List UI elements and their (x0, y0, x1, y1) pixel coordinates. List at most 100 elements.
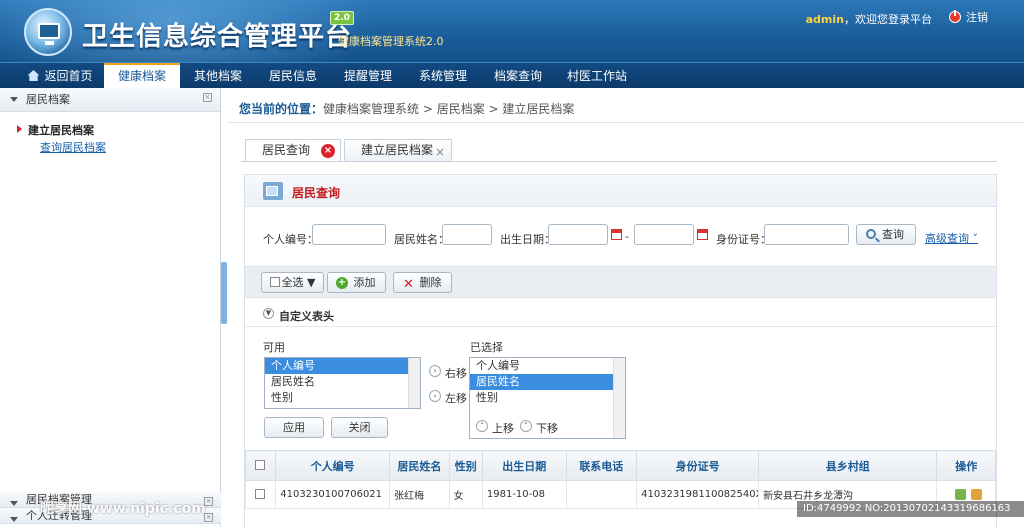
move-right-button[interactable]: › 右移 (429, 365, 467, 381)
row-checkbox[interactable] (244, 480, 277, 509)
cell-id: 4103230100706021 (275, 480, 391, 509)
move-up-button[interactable]: ˄ 上移 (476, 420, 514, 436)
main-content: 您当前的位置：健康档案管理系统 > 居民档案 > 建立居民档案 居民查询 × 建立… (227, 88, 1024, 527)
search-button[interactable]: 查询 (856, 224, 916, 245)
logo-monitor-icon (24, 8, 72, 56)
pin-icon[interactable]: × (203, 93, 212, 102)
dropdown-arrow-icon: ▼ (303, 276, 316, 289)
list-item[interactable]: 居民姓名 (470, 374, 625, 390)
main-nav: 返回首页 健康档案 其他档案 居民信息 提醒管理 系统管理 档案查询 村医工作站 (0, 62, 1024, 89)
nav-record-query[interactable]: 档案查询 (481, 63, 555, 89)
chevron-right-icon: › (429, 365, 441, 377)
column-header[interactable]: 个人编号 (275, 450, 391, 481)
tab-create-record[interactable]: 建立居民档案 × (344, 139, 452, 161)
column-header[interactable]: 性别 (448, 450, 483, 481)
collapse-icon (10, 501, 18, 506)
toolbar: 全选 ▼ + 添加 ✕ 删除 (245, 266, 996, 298)
collapse-icon (10, 97, 18, 102)
table-header-row: 个人编号 居民姓名 性别 出生日期 联系电话 身份证号 县乡村组 操作 (244, 450, 996, 481)
sidebar-section-header[interactable]: 居民档案 × (0, 88, 220, 112)
add-button[interactable]: + 添加 (327, 272, 386, 293)
divider (241, 161, 997, 162)
breadcrumb: 您当前的位置：健康档案管理系统 > 居民档案 > 建立居民档案 (239, 102, 575, 116)
list-item[interactable]: 个人编号 (265, 358, 420, 374)
sidebar: 居民档案 × 建立居民档案 查询居民档案 居民档案管理 × 个人迁转管理 × (0, 88, 221, 527)
delete-icon: ✕ (403, 277, 414, 292)
nav-system[interactable]: 系统管理 (406, 63, 480, 89)
cell-idcard: 410323198110082540X (636, 480, 760, 509)
select-all-dropdown[interactable]: 全选 ▼ (261, 272, 324, 293)
nav-other-records[interactable]: 其他档案 (181, 63, 255, 89)
custom-header-toggle[interactable]: ▼ 自定义表头 (263, 308, 334, 324)
sidebar-item-create-record[interactable]: 建立居民档案 (17, 122, 94, 138)
column-header[interactable]: 身份证号 (636, 450, 760, 481)
user-name: admin (805, 13, 844, 26)
column-header[interactable]: 县乡村组 (758, 450, 938, 481)
header-checkbox[interactable] (244, 450, 277, 481)
nav-reminders[interactable]: 提醒管理 (331, 63, 405, 89)
nav-resident-info[interactable]: 居民信息 (256, 63, 330, 89)
label-idcard: 身份证号： (716, 233, 771, 246)
id-input[interactable] (312, 224, 386, 245)
selected-columns-list[interactable]: 个人编号 居民姓名 性别 ˄ 上移 ˅ 下移 (469, 357, 626, 439)
logout-button[interactable]: 注销 (949, 9, 988, 25)
welcome-text: ，欢迎您登录平台 (844, 13, 932, 26)
user-welcome: admin，欢迎您登录平台 (806, 11, 932, 27)
list-item[interactable]: 个人编号 (470, 358, 625, 374)
cell-name: 张红梅 (389, 480, 450, 509)
tab-resident-query[interactable]: 居民查询 × (245, 139, 341, 161)
nav-health-records[interactable]: 健康档案 (104, 63, 180, 89)
column-header[interactable]: 联系电话 (565, 450, 638, 481)
nav-home[interactable]: 返回首页 (22, 63, 98, 89)
checkbox-icon (254, 488, 265, 499)
idcard-input[interactable] (764, 224, 849, 245)
column-header[interactable]: 出生日期 (481, 450, 567, 481)
column-header: 操作 (936, 450, 996, 481)
delete-button[interactable]: ✕ 删除 (393, 272, 452, 293)
app-header: 卫生信息综合管理平台 2.0 健康档案管理系统2.0 admin，欢迎您登录平台… (0, 0, 1024, 62)
nav-village-doctor[interactable]: 村医工作站 (556, 63, 638, 89)
view-icon[interactable] (954, 489, 966, 500)
query-panel: 居民查询 个人编号： 居民姓名： 出生日期： - 身份证号： 查询 高级查询 ˅… (244, 174, 997, 527)
dob-end-input[interactable] (634, 224, 694, 245)
close-icon[interactable]: × (321, 144, 335, 158)
edit-icon[interactable] (970, 489, 982, 500)
cell-gender: 女 (448, 480, 483, 509)
logout-label: 注销 (966, 11, 988, 24)
selected-label: 已选择 (470, 341, 503, 354)
add-icon: + (336, 277, 348, 289)
list-item[interactable]: 居民姓名 (265, 374, 420, 390)
close-icon[interactable]: × (435, 142, 445, 163)
move-left-button[interactable]: ‹ 左移 (429, 390, 467, 406)
list-item[interactable]: 性别 (470, 390, 625, 406)
list-item[interactable]: 性别 (265, 390, 420, 406)
home-icon (27, 70, 40, 81)
collapse-icon (10, 517, 18, 522)
chevron-up-icon: ˄ (476, 420, 488, 432)
panel-title: 居民查询 (292, 186, 341, 200)
calendar-icon[interactable] (697, 229, 708, 240)
name-input[interactable] (442, 224, 492, 245)
scrollbar[interactable] (408, 358, 420, 408)
chevron-down-icon: ▼ (263, 308, 274, 319)
app-title: 卫生信息综合管理平台 (82, 22, 353, 52)
label-id: 个人编号： (263, 233, 318, 246)
date-separator: - (625, 230, 629, 243)
close-button[interactable]: 关闭 (331, 417, 388, 438)
power-icon (949, 10, 961, 23)
advanced-search-link[interactable]: 高级查询 ˅ (925, 230, 978, 246)
scrollbar[interactable] (613, 358, 625, 438)
divider (245, 326, 996, 327)
search-icon (866, 229, 876, 239)
available-label: 可用 (263, 341, 285, 354)
checkbox-icon (254, 460, 265, 470)
move-down-button[interactable]: ˅ 下移 (520, 420, 558, 436)
sidebar-item-query-record[interactable]: 查询居民档案 (40, 139, 106, 155)
label-dob: 出生日期： (500, 233, 555, 246)
watermark-right: ID:4749992 NO:20130702143319686163 (797, 501, 1024, 517)
column-header[interactable]: 居民姓名 (389, 450, 450, 481)
apply-button[interactable]: 应用 (264, 417, 324, 438)
dob-start-input[interactable] (548, 224, 608, 245)
available-columns-list[interactable]: 个人编号 居民姓名 性别 (264, 357, 421, 409)
calendar-icon[interactable] (611, 229, 622, 240)
